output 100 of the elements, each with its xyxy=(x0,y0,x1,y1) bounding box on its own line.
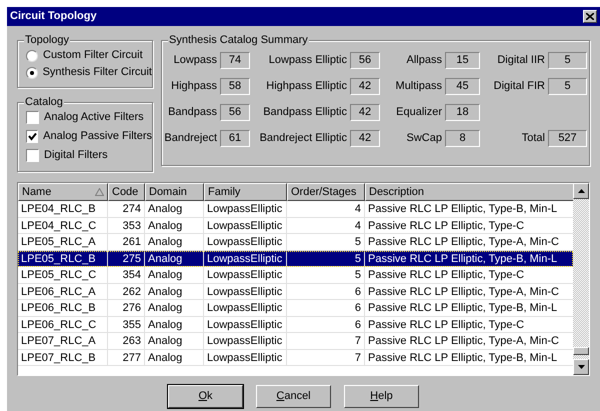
table-cell: 4 xyxy=(287,218,365,234)
table-cell: 277 xyxy=(108,350,145,366)
table-cell: 5 xyxy=(287,267,365,284)
count-field: 18 xyxy=(445,104,480,121)
scroll-up-button[interactable] xyxy=(573,183,589,199)
table-cell: LPE07_RLC_B xyxy=(18,350,108,366)
count-label: Lowpass Elliptic xyxy=(268,53,348,68)
radio-label[interactable]: Synthesis Filter Circuit xyxy=(42,64,152,81)
column-header[interactable]: Description xyxy=(365,183,573,201)
table-cell: 354 xyxy=(108,267,145,284)
count-label: Digital IIR xyxy=(496,53,546,68)
table-cell: 274 xyxy=(108,201,145,218)
scroll-down-button[interactable] xyxy=(573,359,589,375)
table-row[interactable]: LPE06_RLC_B 276 Analog LowpassElliptic 6 Passive RLC LP Elliptic, Type-B, Min-L xyxy=(18,300,573,316)
window-title: Circuit Topology xyxy=(10,9,97,24)
count-label: Total xyxy=(520,131,546,146)
table-cell: LowpassElliptic xyxy=(204,218,287,234)
count-label: Bandpass xyxy=(167,105,218,120)
table-cell: LowpassElliptic xyxy=(204,316,287,333)
scrollbar[interactable] xyxy=(573,183,589,375)
table-cell: Analog xyxy=(145,250,204,267)
dialog-button[interactable]: Ok xyxy=(168,385,243,408)
dialog-button[interactable]: Help xyxy=(344,385,419,408)
table-cell: LowpassElliptic xyxy=(204,284,287,300)
table-cell: LowpassElliptic xyxy=(204,267,287,284)
column-header[interactable]: Domain xyxy=(145,183,204,201)
count-field: 15 xyxy=(445,52,480,69)
table-row[interactable]: LPE07_RLC_A 263 Analog LowpassElliptic 7 Passive RLC LP Elliptic, Type-A, Min-C xyxy=(18,333,573,350)
table-cell: Analog xyxy=(145,350,204,366)
scroll-thumb[interactable] xyxy=(573,347,589,355)
checkbox-label[interactable]: Analog Active Filters xyxy=(44,109,144,126)
count-field: 8 xyxy=(445,130,480,147)
column-header[interactable]: Name xyxy=(18,183,108,201)
close-button[interactable] xyxy=(583,10,597,23)
count-label: Digital FIR xyxy=(492,79,546,94)
table-cell: 262 xyxy=(108,284,145,300)
table-cell: Analog xyxy=(145,201,204,218)
column-header[interactable]: Family xyxy=(204,183,287,201)
checkbox[interactable] xyxy=(26,111,39,124)
table-cell: LowpassElliptic xyxy=(204,300,287,316)
table-cell: Analog xyxy=(145,316,204,333)
count-label: Bandpass Elliptic xyxy=(262,105,348,120)
table-cell: Analog xyxy=(145,284,204,300)
table-cell: Analog xyxy=(145,333,204,350)
table-cell: LowpassElliptic xyxy=(204,350,287,366)
table-cell: 7 xyxy=(287,333,365,350)
checkbox[interactable] xyxy=(26,130,38,143)
table-cell: LPE07_RLC_A xyxy=(18,333,108,350)
group-title: Synthesis Catalog Summary xyxy=(168,33,309,47)
close-icon xyxy=(586,13,594,20)
table-cell: LPE06_RLC_C xyxy=(18,316,108,333)
table-cell: 353 xyxy=(108,218,145,234)
count-field: 527 xyxy=(548,130,587,147)
table-cell: LPE04_RLC_C xyxy=(18,218,108,234)
table-cell: LowpassElliptic xyxy=(204,201,287,218)
table-cell: 6 xyxy=(287,300,365,316)
checkbox[interactable] xyxy=(26,149,39,162)
count-field: 5 xyxy=(548,78,587,95)
table-row[interactable]: LPE04_RLC_B 274 Analog LowpassElliptic 4 Passive RLC LP Elliptic, Type-B, Min-L xyxy=(18,201,573,218)
count-field: 42 xyxy=(350,78,380,95)
count-field: 45 xyxy=(445,78,480,95)
column-header[interactable]: Code xyxy=(108,183,145,201)
table-cell: LPE06_RLC_B xyxy=(18,300,108,316)
count-label: Allpass xyxy=(406,53,443,68)
table-cell: LowpassElliptic xyxy=(204,250,287,267)
table-cell: 276 xyxy=(108,300,145,316)
checkbox-label[interactable]: Digital Filters xyxy=(44,147,108,164)
table-cell: Analog xyxy=(145,267,204,284)
count-field: 5 xyxy=(548,52,587,69)
table-cell: 355 xyxy=(108,316,145,333)
table-row[interactable]: LPE05_RLC_B 275 Analog LowpassElliptic 5 Passive RLC LP Elliptic, Type-B, Min-L xyxy=(18,250,573,267)
radio-button[interactable] xyxy=(26,66,38,78)
table-cell: Analog xyxy=(145,300,204,316)
count-field: 61 xyxy=(220,130,250,147)
radio-label[interactable]: Custom Filter Circuit xyxy=(43,47,143,64)
radio-button[interactable] xyxy=(26,50,38,62)
table-cell: Analog xyxy=(145,218,204,234)
count-field: 58 xyxy=(220,78,250,95)
column-header[interactable]: Order/Stages xyxy=(287,183,365,201)
table-cell: LowpassElliptic xyxy=(204,333,287,350)
group-title: Catalog xyxy=(24,95,64,109)
table-cell: 6 xyxy=(287,284,365,300)
dialog-button[interactable]: Cancel xyxy=(256,385,331,408)
table-cell: 4 xyxy=(287,201,365,218)
table-cell: 263 xyxy=(108,333,145,350)
table-row[interactable]: LPE05_RLC_C 354 Analog LowpassElliptic 5 Passive RLC LP Elliptic, Type-C xyxy=(18,267,573,284)
down-arrow-icon xyxy=(578,365,584,369)
group-title: Topology xyxy=(24,33,70,47)
table-cell: 5 xyxy=(287,250,365,267)
table-cell: 6 xyxy=(287,316,365,333)
checkbox-label[interactable]: Analog Passive Filters xyxy=(43,128,152,145)
table-cell: LPE06_RLC_A xyxy=(18,284,108,300)
count-field: 56 xyxy=(350,52,380,69)
count-field: 74 xyxy=(220,52,250,69)
count-label: Lowpass xyxy=(172,53,218,68)
count-field: 56 xyxy=(220,104,250,121)
count-label: Bandreject Elliptic xyxy=(258,131,348,146)
count-label: SwCap xyxy=(406,131,443,146)
table-cell: LPE05_RLC_C xyxy=(18,267,108,284)
count-label: Multipass xyxy=(394,79,443,94)
